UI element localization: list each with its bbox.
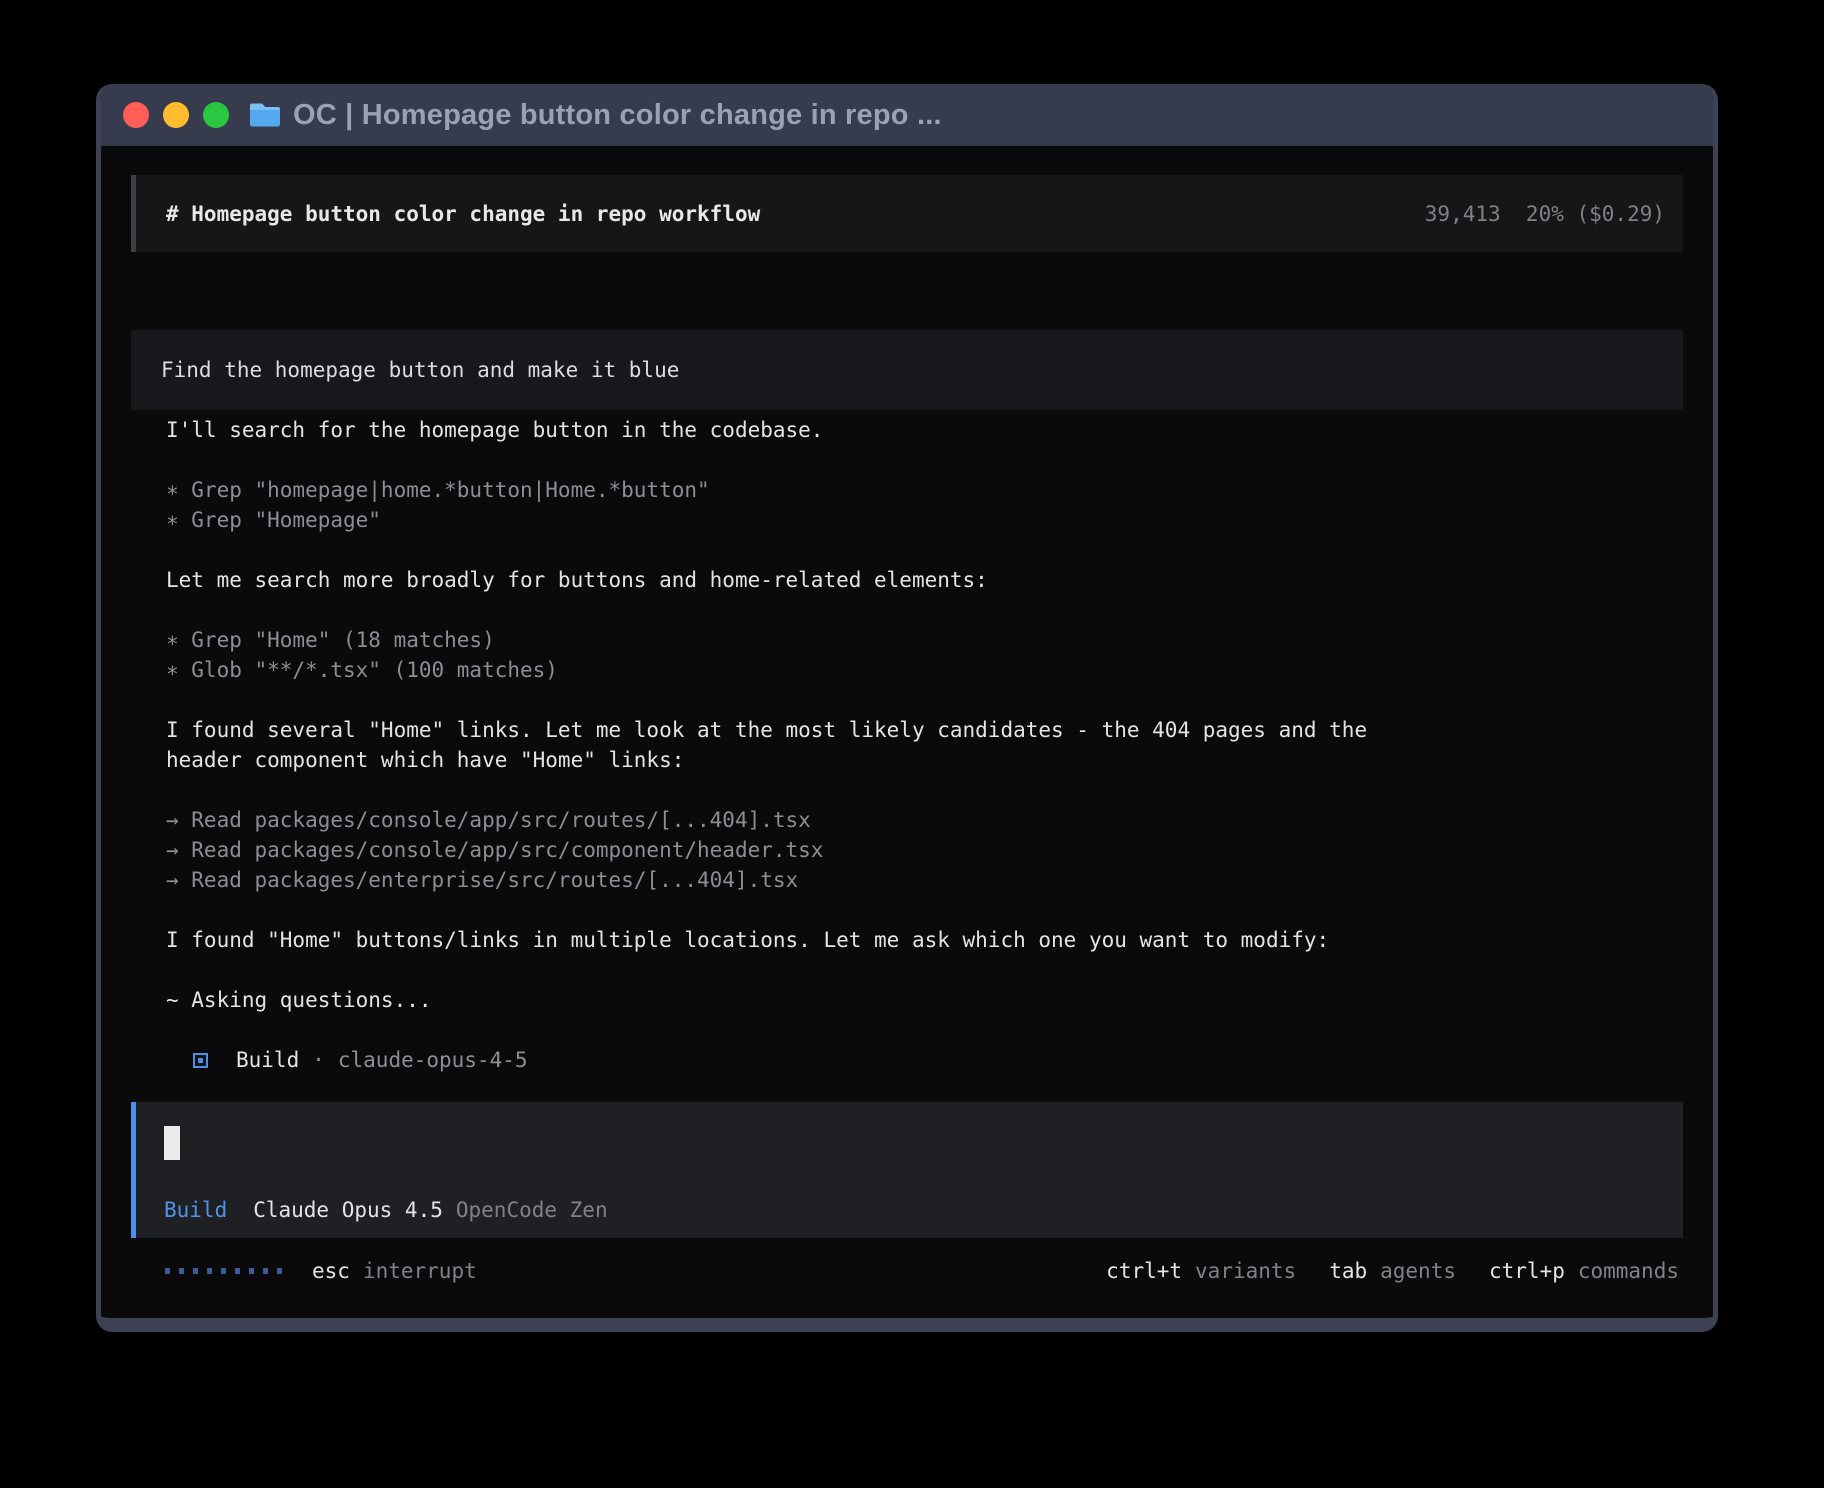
tool-call-read: → Read packages/console/app/src/componen…: [166, 835, 1411, 865]
close-button[interactable]: [123, 102, 149, 128]
input-model-provider: OpenCode Zen: [456, 1198, 608, 1222]
assistant-response: I'll search for the homepage button in t…: [131, 415, 1411, 1075]
session-title: # Homepage button color change in repo w…: [166, 202, 760, 226]
agent-separator: ·: [312, 1048, 325, 1072]
text-cursor: [164, 1126, 180, 1160]
window-title: OC | Homepage button color change in rep…: [293, 99, 942, 132]
shortcut-commands: ctrl+p commands: [1489, 1259, 1679, 1283]
status-right: ctrl+t variants tab agents ctrl+p comman…: [1073, 1259, 1679, 1283]
session-header: # Homepage button color change in repo w…: [131, 175, 1683, 252]
terminal-window: OC | Homepage button color change in rep…: [96, 84, 1718, 1332]
status-left: esc interrupt: [165, 1259, 477, 1283]
agent-name: Build: [236, 1048, 299, 1072]
assistant-paragraph: I'll search for the homepage button in t…: [166, 415, 1411, 445]
user-message-text: Find the homepage button and make it blu…: [161, 358, 679, 382]
titlebar[interactable]: OC | Homepage button color change in rep…: [96, 84, 1718, 146]
tool-call-read: → Read packages/enterprise/src/routes/[.…: [166, 865, 1411, 895]
minimize-button[interactable]: [163, 102, 189, 128]
agent-status-line: Build · claude-opus-4-5: [166, 1045, 1411, 1075]
tool-call-glob: ∗ Glob "**/*.tsx" (100 matches): [166, 655, 1411, 685]
assistant-status: ~ Asking questions...: [166, 985, 1411, 1015]
esc-key-label: interrupt: [363, 1259, 477, 1283]
tool-call-read: → Read packages/console/app/src/routes/[…: [166, 805, 1411, 835]
assistant-paragraph: I found several "Home" links. Let me loo…: [166, 715, 1411, 775]
esc-key-hint: esc: [312, 1259, 350, 1283]
shortcut-agents: tab agents: [1329, 1259, 1456, 1283]
agent-model: claude-opus-4-5: [338, 1048, 528, 1072]
user-message: Find the homepage button and make it blu…: [131, 330, 1683, 410]
tool-call-grep: ∗ Grep "Homepage": [166, 505, 1411, 535]
zoom-button[interactable]: [203, 102, 229, 128]
session-stats: 39,413 20% ($0.29): [1425, 202, 1665, 226]
tool-call-grep: ∗ Grep "homepage|home.*button|Home.*butt…: [166, 475, 1411, 505]
folder-icon: [249, 102, 281, 128]
status-bar: esc interrupt ctrl+t variants tab agents…: [131, 1252, 1683, 1290]
input-model-name[interactable]: Claude Opus 4.5: [253, 1198, 443, 1222]
prompt-input[interactable]: Build Claude Opus 4.5 OpenCode Zen: [131, 1102, 1683, 1238]
assistant-paragraph: I found "Home" buttons/links in multiple…: [166, 925, 1411, 955]
tool-call-grep: ∗ Grep "Home" (18 matches): [166, 625, 1411, 655]
agent-build-icon: [193, 1053, 208, 1068]
traffic-lights: [123, 102, 229, 128]
assistant-paragraph: Let me search more broadly for buttons a…: [166, 565, 1411, 595]
shortcut-variants: ctrl+t variants: [1106, 1259, 1296, 1283]
spinner-dots-icon: [165, 1268, 282, 1274]
input-model-line: Build Claude Opus 4.5 OpenCode Zen: [164, 1198, 1653, 1222]
input-agent-mode[interactable]: Build: [164, 1198, 227, 1222]
terminal-content: # Homepage button color change in repo w…: [101, 146, 1713, 1290]
